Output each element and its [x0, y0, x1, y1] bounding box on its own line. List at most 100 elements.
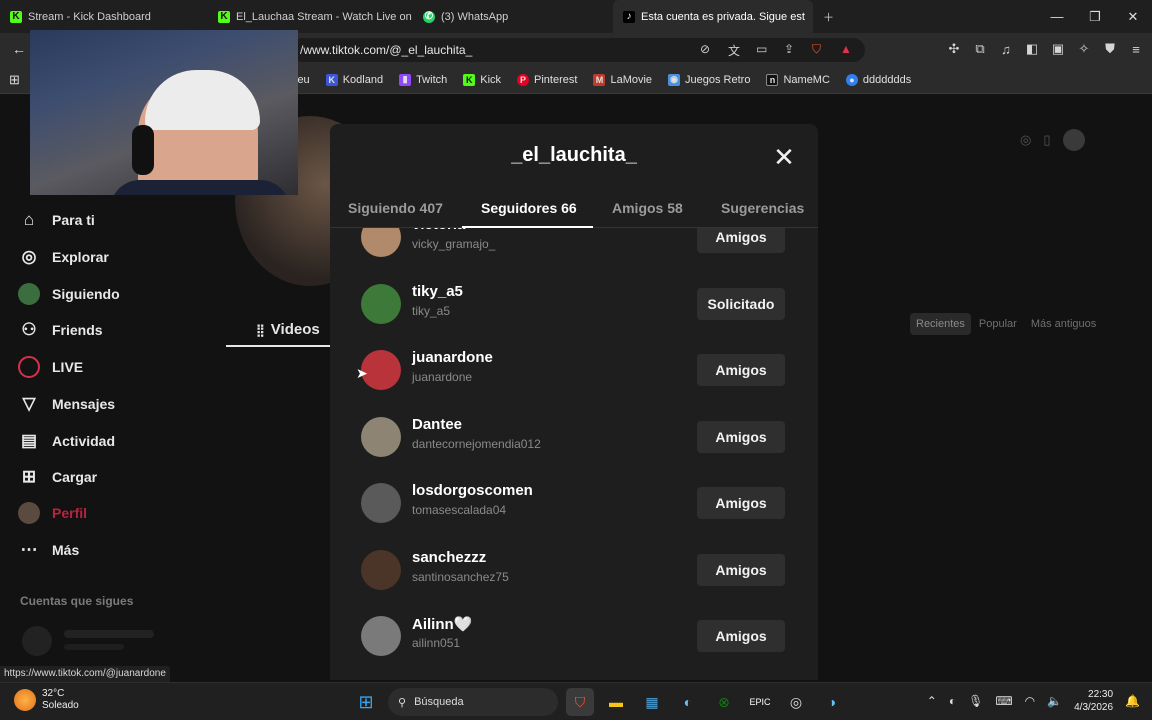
- bookmark[interactable]: P Pinterest: [517, 73, 577, 86]
- steam-tray-icon[interactable]: ◐: [949, 694, 956, 708]
- avatar[interactable]: [361, 228, 401, 257]
- sidebar-item-para-ti[interactable]: ⌂ Para ti: [18, 209, 95, 231]
- sidebar-item-siguiendo[interactable]: Siguiendo: [18, 283, 120, 305]
- list-item[interactable]: losdorgoscomen tomasescalada04 Amigos: [330, 470, 818, 536]
- mute-icon[interactable]: ⊘: [700, 42, 710, 56]
- back-icon[interactable]: ←: [12, 41, 26, 57]
- sidebar-item-friends[interactable]: ⚇ Friends: [18, 319, 102, 341]
- friend-status-button[interactable]: Amigos: [697, 421, 785, 453]
- friend-status-button[interactable]: Amigos: [697, 554, 785, 586]
- requested-button[interactable]: Solicitado: [697, 288, 785, 320]
- translate-icon[interactable]: 文: [728, 42, 740, 59]
- apps-grid-icon[interactable]: ⊞: [9, 72, 20, 88]
- list-item[interactable]: victoria vicky_gramajo_ Amigos: [330, 228, 818, 270]
- sidebar-item-live[interactable]: LIVE: [18, 356, 83, 378]
- sidebar-item-perfil[interactable]: Perfil: [18, 502, 87, 524]
- friend-status-button[interactable]: Amigos: [697, 620, 785, 652]
- steam-icon[interactable]: ◑: [818, 688, 846, 716]
- address-bar[interactable]: /www.tiktok.com/@_el_lauchita_ ⊘ 文 ▭ ⇪ ⛉…: [290, 38, 865, 62]
- user-name[interactable]: Dantee: [412, 416, 462, 433]
- tab-amigos[interactable]: Amigos 58: [612, 200, 683, 216]
- new-tab-button[interactable]: ＋: [813, 0, 843, 33]
- user-name[interactable]: Ailinn🤍: [412, 615, 472, 633]
- media-icon[interactable]: ♫: [998, 40, 1014, 58]
- sidebar-item-explorar[interactable]: ◎ Explorar: [18, 246, 109, 268]
- sidebar-item-actividad[interactable]: ▤ Actividad: [18, 430, 115, 452]
- weather-widget[interactable]: 32°C Soleado: [14, 688, 79, 712]
- close-window-icon[interactable]: ✕: [1114, 0, 1152, 33]
- tab-seguidores[interactable]: Seguidores 66: [481, 200, 577, 216]
- list-item[interactable]: juanardone juanardone Amigos: [330, 337, 818, 403]
- browser-tab[interactable]: ✆ (3) WhatsApp: [413, 0, 613, 33]
- avatar[interactable]: [361, 417, 401, 457]
- obs-icon[interactable]: ◎: [782, 688, 810, 716]
- sort-recientes[interactable]: Recientes: [910, 313, 971, 335]
- bookmark[interactable]: M LaMovie: [593, 73, 652, 86]
- screenshot-icon[interactable]: ⧉: [972, 40, 988, 58]
- minimize-icon[interactable]: —: [1038, 0, 1076, 33]
- user-name[interactable]: tiky_a5: [412, 283, 463, 300]
- bookmark[interactable]: ● ddddddds: [845, 73, 911, 86]
- restore-icon[interactable]: ❐: [1076, 0, 1114, 33]
- device-icon[interactable]: ▯: [1043, 132, 1050, 148]
- friend-status-button[interactable]: Amigos: [697, 354, 785, 386]
- list-item[interactable]: Ailinn🤍 ailinn051 Amigos: [330, 603, 818, 669]
- brave-rewards-icon[interactable]: ▲: [840, 42, 852, 56]
- wifi-icon[interactable]: ◠: [1025, 694, 1035, 708]
- tab-sugerencias[interactable]: Sugerencias: [721, 200, 804, 216]
- vpn-icon[interactable]: ⛊: [1102, 40, 1118, 58]
- browser-tab[interactable]: K El_Lauchaa Stream - Watch Live on Ki: [208, 0, 413, 33]
- friend-status-button[interactable]: Amigos: [697, 228, 785, 253]
- browser-tab-active[interactable]: ♪ Esta cuenta es privada. Sigue est ✕: [613, 0, 813, 33]
- share-icon[interactable]: ⇪: [784, 42, 794, 56]
- sidebar-icon[interactable]: ◧: [1024, 40, 1040, 58]
- avatar[interactable]: [361, 616, 401, 656]
- clock[interactable]: 22:30 4/3/2026: [1074, 688, 1113, 714]
- browser-tab[interactable]: K Stream - Kick Dashboard: [0, 0, 208, 33]
- volume-icon[interactable]: 🔈: [1047, 694, 1062, 708]
- sidebar-item-cargar[interactable]: ⊞ Cargar: [18, 466, 97, 488]
- windows-start-icon[interactable]: ⊞: [352, 688, 380, 716]
- epic-games-icon[interactable]: EPIC: [746, 688, 774, 716]
- brave-shield-icon[interactable]: ⛉: [812, 42, 821, 57]
- notifications-icon[interactable]: 🔔: [1125, 694, 1140, 708]
- taskbar-search[interactable]: ⚲ Búsqueda: [388, 688, 558, 716]
- xbox-icon[interactable]: ⊗: [710, 688, 738, 716]
- bookmark[interactable]: K Kick: [463, 73, 501, 86]
- bookmark[interactable]: K Kodland: [325, 73, 383, 86]
- file-explorer-icon[interactable]: ▬: [602, 688, 630, 716]
- sidebar-item-mas[interactable]: ⋯ Más: [18, 539, 80, 561]
- friend-status-button[interactable]: Amigos: [697, 487, 785, 519]
- sidebar-item-mensajes[interactable]: ▽ Mensajes: [18, 393, 115, 415]
- avatar[interactable]: [361, 550, 401, 590]
- wallet-icon[interactable]: ▣: [1050, 40, 1066, 58]
- followers-list[interactable]: victoria vicky_gramajo_ Amigos tiky_a5 t…: [330, 228, 818, 680]
- avatar[interactable]: [361, 483, 401, 523]
- store-icon[interactable]: ▦: [638, 688, 666, 716]
- bookmark[interactable]: ▮ Twitch: [399, 73, 447, 86]
- tab-siguiendo[interactable]: Siguiendo 407: [348, 200, 443, 216]
- user-name[interactable]: victoria: [412, 228, 465, 233]
- tab-videos[interactable]: ⣿ Videos: [226, 314, 330, 347]
- leo-icon[interactable]: ✧: [1076, 40, 1092, 58]
- microphone-icon[interactable]: 🎙: [968, 694, 983, 708]
- extensions-icon[interactable]: ✣: [946, 40, 962, 58]
- sort-popular[interactable]: Popular: [973, 313, 1023, 335]
- avatar[interactable]: [361, 284, 401, 324]
- bookmark[interactable]: ◉ Juegos Retro: [668, 73, 750, 86]
- coin-icon[interactable]: ◎: [1020, 132, 1031, 148]
- menu-icon[interactable]: ≡: [1128, 40, 1144, 58]
- steam-icon[interactable]: ◐: [674, 688, 702, 716]
- user-name[interactable]: losdorgoscomen: [412, 482, 533, 499]
- list-item[interactable]: Dantee dantecornejomendia012 Amigos: [330, 404, 818, 470]
- keyboard-icon[interactable]: ⌨: [995, 694, 1012, 708]
- bookmark[interactable]: n NameMC: [766, 73, 830, 86]
- chevron-up-icon[interactable]: ⌃: [927, 694, 937, 708]
- list-item[interactable]: tiky_a5 tiky_a5 Solicitado: [330, 271, 818, 337]
- avatar[interactable]: [1062, 129, 1085, 151]
- brave-icon[interactable]: ⛉: [566, 688, 594, 716]
- sort-mas-antiguos[interactable]: Más antiguos: [1025, 313, 1102, 335]
- user-name[interactable]: juanardone: [412, 349, 493, 366]
- list-item[interactable]: sanchezzz santinosanchez75 Amigos: [330, 537, 818, 603]
- user-name[interactable]: sanchezzz: [412, 549, 486, 566]
